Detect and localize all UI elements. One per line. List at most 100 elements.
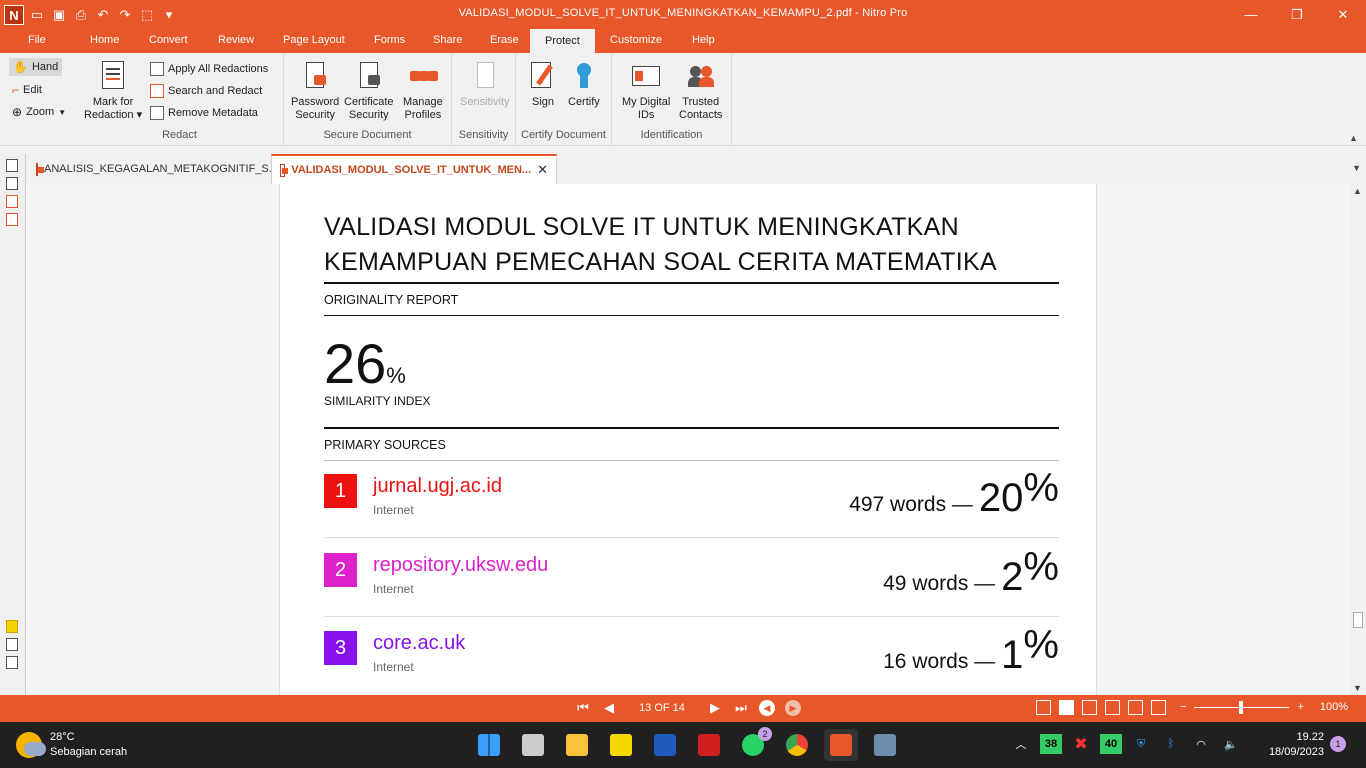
- zoom-slider-knob[interactable]: [1239, 700, 1244, 714]
- certify-button[interactable]: Certify: [568, 61, 600, 109]
- mendeley-button[interactable]: [692, 729, 726, 761]
- last-page-icon[interactable]: ⏭: [733, 700, 749, 716]
- output-panel-icon[interactable]: [6, 656, 18, 669]
- task-view-button[interactable]: [516, 729, 550, 761]
- nitro-pro-button[interactable]: [824, 729, 858, 761]
- previous-view-icon[interactable]: ◀: [759, 700, 775, 716]
- single-page-view-icon[interactable]: [1036, 700, 1051, 715]
- restore-icon[interactable]: ❐: [1274, 0, 1320, 29]
- source-words: 49 words —: [883, 572, 996, 595]
- scroll-up-icon[interactable]: ▲: [1353, 186, 1362, 196]
- certificate-security-button[interactable]: Certificate Security: [344, 61, 394, 122]
- pages-panel-icon[interactable]: [6, 159, 18, 172]
- tray-error-icon[interactable]: ✖: [1070, 734, 1092, 754]
- continuous-view-icon[interactable]: [1059, 700, 1074, 715]
- tab-erase[interactable]: Erase: [490, 34, 519, 46]
- mark-label-1: Mark for: [92, 96, 134, 108]
- attachments-panel-icon[interactable]: [6, 638, 18, 651]
- collapse-ribbon-icon[interactable]: ▲: [1349, 133, 1358, 143]
- notification-badge[interactable]: 1: [1330, 736, 1346, 752]
- first-page-icon[interactable]: ⏮: [575, 700, 591, 716]
- whatsapp-button[interactable]: 2: [736, 727, 772, 761]
- remove-metadata-button[interactable]: Remove Metadata: [150, 106, 258, 120]
- originality-divider: [324, 315, 1059, 316]
- tray-app-a-icon[interactable]: 38: [1040, 734, 1062, 754]
- zoom-level[interactable]: 100%: [1320, 701, 1348, 713]
- source-name[interactable]: jurnal.ugj.ac.id: [373, 475, 502, 498]
- file-explorer-button[interactable]: [560, 729, 594, 761]
- security-shield-icon[interactable]: ⛨: [1130, 734, 1152, 754]
- tab-convert[interactable]: Convert: [149, 34, 188, 46]
- fit-width-icon[interactable]: [1128, 700, 1143, 715]
- zoom-tool-button[interactable]: ⊕ Zoom ▼: [12, 105, 66, 119]
- remove-metadata-icon: [150, 106, 164, 120]
- word-button[interactable]: [648, 729, 682, 761]
- sticky-notes-button[interactable]: [604, 729, 638, 761]
- search-and-redact-button[interactable]: Search and Redact: [150, 84, 262, 98]
- tab-home[interactable]: Home: [90, 34, 119, 46]
- sign-button[interactable]: Sign: [528, 61, 558, 109]
- zoom-out-icon[interactable]: −: [1180, 701, 1186, 713]
- vertical-scrollbar[interactable]: ▲ ▼: [1350, 184, 1366, 695]
- tab-customize[interactable]: Customize: [610, 34, 662, 46]
- identification-group: My Digital IDs Trusted Contacts Identifi…: [612, 53, 732, 146]
- zoom-in-icon[interactable]: +: [1297, 701, 1303, 713]
- wifi-icon[interactable]: ◠: [1190, 734, 1212, 754]
- calculator-button[interactable]: [868, 729, 902, 761]
- menu-file[interactable]: File: [28, 34, 46, 46]
- source-name[interactable]: repository.uksw.edu: [373, 554, 548, 577]
- next-view-icon[interactable]: ▶: [785, 700, 801, 716]
- facing-continuous-view-icon[interactable]: [1105, 700, 1120, 715]
- comments-panel-icon[interactable]: [6, 620, 18, 633]
- facing-view-icon[interactable]: [1082, 700, 1097, 715]
- minimize-icon[interactable]: —: [1228, 0, 1274, 29]
- sensitivity-button[interactable]: Sensitivity: [460, 61, 510, 109]
- hand-tool-button[interactable]: ✋ Hand: [9, 58, 63, 76]
- source-row: 3 core.ac.uk Internet 16 words — 1%: [324, 617, 1059, 695]
- mark-for-redaction-button[interactable]: Mark for Redaction ▾: [84, 61, 142, 122]
- weather-widget[interactable]: 28°C Sebagian cerah: [16, 730, 127, 760]
- show-hidden-icons-chevron-icon[interactable]: ︿: [1010, 734, 1032, 754]
- zoom-slider[interactable]: [1194, 700, 1290, 714]
- close-tab-icon[interactable]: ✕: [537, 162, 548, 178]
- scroll-thumb[interactable]: [1353, 612, 1363, 628]
- similarity-percent-sign: %: [386, 363, 406, 388]
- next-page-icon[interactable]: ▶: [707, 700, 723, 716]
- scroll-down-icon[interactable]: ▼: [1353, 683, 1362, 693]
- tab-analisis[interactable]: ANALISIS_KEGAGALAN_METAKOGNITIF_S...: [28, 154, 278, 184]
- previous-page-icon[interactable]: ◀: [601, 700, 617, 716]
- ribbon: ✋ Hand ⌐ Edit ⊕ Zoom ▼ Mark for Redactio…: [0, 53, 1366, 146]
- volume-icon[interactable]: 🔈: [1220, 734, 1242, 754]
- window-title: VALIDASI_MODUL_SOLVE_IT_UNTUK_MENINGKATK…: [458, 7, 908, 19]
- mark-label-2: Redaction ▾: [84, 109, 143, 121]
- apply-all-redactions-button[interactable]: Apply All Redactions: [150, 62, 268, 76]
- start-button[interactable]: [472, 729, 506, 761]
- fit-page-icon[interactable]: [1151, 700, 1166, 715]
- tab-list-chevron-icon[interactable]: ▼: [1352, 163, 1361, 173]
- tab-help[interactable]: Help: [692, 34, 715, 46]
- source-name[interactable]: core.ac.uk: [373, 632, 465, 655]
- my-digital-ids-button[interactable]: My Digital IDs: [622, 61, 670, 122]
- close-window-icon[interactable]: ✕: [1320, 0, 1366, 29]
- chrome-button[interactable]: [780, 729, 814, 761]
- tab-share[interactable]: Share: [433, 34, 462, 46]
- bookmarks-panel-icon[interactable]: [6, 195, 18, 208]
- tab-validasi[interactable]: VALIDASI_MODUL_SOLVE_IT_UNTUK_MEN... ✕: [271, 154, 557, 184]
- search-panel-icon[interactable]: [6, 177, 18, 190]
- document-viewer[interactable]: VALIDASI MODUL SOLVE IT UNTUK MENINGKATK…: [27, 184, 1350, 695]
- tab-forms[interactable]: Forms: [374, 34, 405, 46]
- edit-tool-button[interactable]: ⌐ Edit: [12, 83, 42, 97]
- clock[interactable]: 19.22 18/09/2023: [1260, 730, 1324, 760]
- taskbar: 28°C Sebagian cerah 2 ︿ 38 ✖ 40 ⛨ ᛒ ◠ 🔈 …: [0, 722, 1366, 768]
- tab-page-layout[interactable]: Page Layout: [283, 34, 345, 46]
- security-panel-icon[interactable]: [6, 213, 18, 226]
- tab-protect[interactable]: Protect: [530, 29, 595, 53]
- bluetooth-icon[interactable]: ᛒ: [1160, 734, 1182, 754]
- trusted-contacts-button[interactable]: Trusted Contacts: [679, 61, 722, 122]
- password-security-button[interactable]: Password Security: [291, 61, 339, 122]
- source-match: 16 words — 1%: [883, 623, 1059, 678]
- tab-review[interactable]: Review: [218, 34, 254, 46]
- page-indicator[interactable]: 13 OF 14: [627, 702, 697, 714]
- manage-profiles-button[interactable]: Manage Profiles: [403, 61, 443, 122]
- tray-app-b-icon[interactable]: 40: [1100, 734, 1122, 754]
